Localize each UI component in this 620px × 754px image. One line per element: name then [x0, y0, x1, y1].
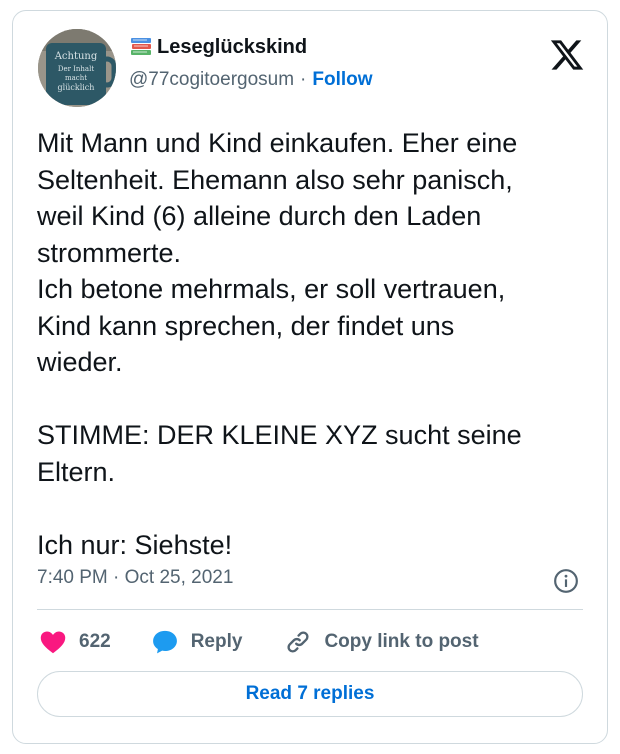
copy-link-label: Copy link to post: [324, 631, 479, 652]
like-count: 622: [79, 631, 111, 652]
copy-link-button[interactable]: Copy link to post: [284, 628, 479, 656]
author-handle[interactable]: @77cogitoergosum: [129, 69, 294, 91]
author-display-name[interactable]: Leseglückskind: [157, 36, 307, 59]
reply-button[interactable]: Reply: [151, 628, 243, 656]
like-button[interactable]: 622: [39, 628, 111, 656]
author-handle-row: @77cogitoergosum · Follow: [129, 69, 373, 91]
avatar-text-line-2: Der Inhalt: [58, 65, 95, 73]
heart-icon: [40, 631, 66, 654]
avatar-text-line-1: Achtung: [54, 51, 98, 62]
reply-label: Reply: [190, 631, 243, 652]
handle-separator: ·: [300, 69, 307, 90]
avatar-text-line-3: macht: [65, 74, 87, 82]
link-icon: [287, 631, 309, 653]
speech-bubble-icon: [152, 630, 177, 654]
x-logo-icon[interactable]: [549, 37, 585, 73]
author-name-row: Leseglückskind: [129, 35, 307, 59]
divider: [37, 609, 583, 610]
follow-button[interactable]: Follow: [312, 69, 372, 91]
tweet-timestamp[interactable]: 7:40 PM · Oct 25, 2021: [37, 567, 233, 589]
tweet-text: Mit Mann und Kind einkaufen. Eher eine S…: [37, 128, 522, 560]
books-emoji-icon: [131, 38, 151, 55]
avatar-text-line-4: glücklich: [58, 83, 95, 92]
info-icon[interactable]: [553, 568, 579, 594]
tweet-card: Achtung Der Inhalt macht glücklich Leseg…: [12, 10, 608, 744]
avatar-mug-image: Achtung Der Inhalt macht glücklich: [38, 29, 116, 107]
avatar[interactable]: Achtung Der Inhalt macht glücklich: [38, 29, 116, 107]
action-bar: 622 Reply Copy link to post: [39, 625, 479, 659]
read-replies-button[interactable]: Read 7 replies: [37, 671, 583, 717]
